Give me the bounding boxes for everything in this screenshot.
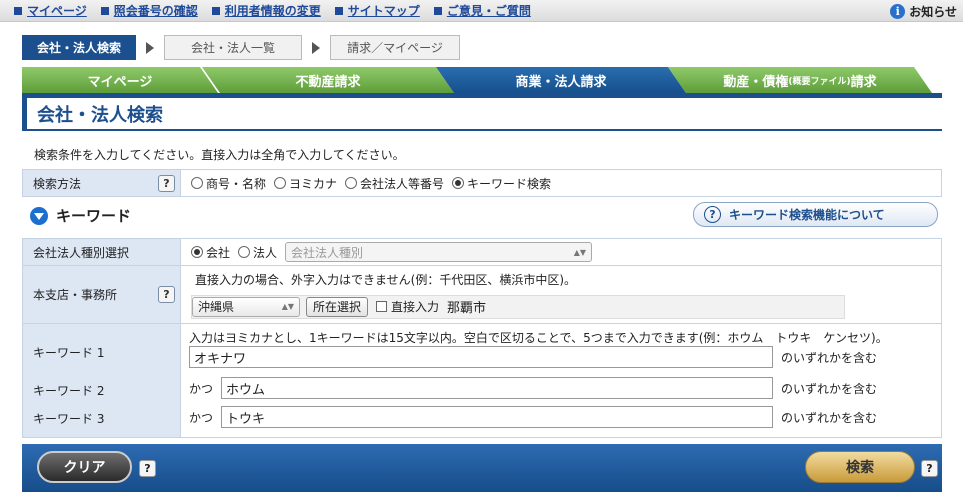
locate-button[interactable]: 所在選択 — [306, 296, 369, 317]
top-nav: マイページ 照会番号の確認 利用者情報の変更 サイトマップ ご意見・ご質問 — [0, 0, 963, 22]
help-icon[interactable]: ? — [158, 174, 175, 192]
keyword-rows: キーワード 1 キーワード 2 キーワード 3 入力はヨミカナとし、1キーワード… — [22, 324, 942, 438]
keyword-3-and-label: かつ — [189, 410, 214, 425]
office-note: 直接入力の場合、外字入力はできません(例：千代田区、横浜市中区)。 — [195, 272, 577, 287]
radio-circle-icon — [238, 246, 251, 258]
prefecture-select[interactable]: 沖縄県 ▲▼ — [192, 296, 300, 317]
search-method-label: 検索方法 — [23, 170, 153, 196]
keyword-1-input[interactable]: オキナワ — [189, 346, 773, 368]
corp-type-select[interactable]: 会社法人種別 ▲▼ — [285, 242, 593, 262]
radio-trade-name[interactable]: 商号・名称 — [191, 175, 266, 192]
step-breadcrumb: 会社・法人検索 会社・法人一覧 請求／マイページ — [22, 35, 461, 60]
page-title: 会社・法人検索 — [22, 98, 942, 131]
radio-circle-icon — [191, 177, 203, 189]
radio-circle-icon — [274, 177, 287, 189]
radio-corporation[interactable]: 法人 — [238, 244, 277, 261]
city-value: 那覇市 — [447, 301, 487, 316]
radio-company[interactable]: 会社 — [191, 244, 230, 261]
keyword-1-suffix: のいずれかを含む — [781, 350, 878, 365]
step-request-mypage: 請求／マイページ — [330, 35, 461, 60]
search-button[interactable]: 検索 — [805, 451, 915, 483]
square-bullet-icon — [14, 6, 22, 15]
corp-type-label: 会社法人種別選択 — [23, 239, 181, 265]
help-icon[interactable]: ? — [139, 460, 156, 477]
keyword-2-and-label: かつ — [189, 381, 214, 396]
nav-mypage-link[interactable]: マイページ — [14, 2, 87, 19]
instruction-text: 検索条件を入力してください。直接入力は全角で入力してください。 — [34, 148, 405, 162]
search-method-row: 検索方法 ? 商号・名称 ヨミカナ 会社法人等番号 キーワード検索 — [22, 169, 942, 197]
keyword-help-button[interactable]: ? キーワード検索機能について — [693, 202, 938, 227]
office-row: 本支店・事務所 ? 直接入力の場合、外字入力はできません(例：千代田区、横浜市中… — [22, 266, 942, 324]
radio-corporate-number[interactable]: 会社法人等番号 — [345, 175, 444, 192]
keyword-2-suffix: のいずれかを含む — [781, 381, 878, 396]
corp-type-row: 会社法人種別選択 会社 法人 会社法人種別 ▲▼ — [22, 238, 942, 266]
arrow-right-icon — [312, 41, 321, 54]
direct-input-label: 直接入力 — [391, 300, 440, 314]
help-icon[interactable]: ? — [158, 286, 175, 303]
tab-mypage[interactable]: マイページ — [22, 67, 218, 93]
notice-link[interactable]: i お知らせ — [890, 3, 957, 20]
keyword-section-heading: キーワード — [30, 205, 131, 226]
chevron-down-circle-icon — [30, 206, 48, 225]
help-icon: ? — [704, 206, 721, 223]
direct-input-checkbox[interactable] — [376, 301, 388, 312]
radio-selected-icon — [191, 246, 203, 258]
help-icon[interactable]: ? — [921, 460, 938, 477]
radio-keyword-search[interactable]: キーワード検索 — [452, 175, 551, 192]
radio-circle-icon — [345, 177, 358, 189]
nav-reference-number-link[interactable]: 照会番号の確認 — [100, 2, 198, 19]
tab-real-estate[interactable]: 不動産請求 — [202, 67, 454, 93]
step-company-search: 会社・法人検索 — [22, 35, 137, 60]
keyword-3-input[interactable]: トウキ — [221, 406, 773, 428]
info-icon: i — [890, 4, 906, 19]
nav-user-info-link[interactable]: 利用者情報の変更 — [211, 2, 321, 19]
updown-arrow-icon: ▲▼ — [573, 247, 587, 257]
keyword-2-label: キーワード 2 — [33, 384, 105, 398]
step-company-list: 会社・法人一覧 — [164, 35, 303, 60]
updown-arrow-icon: ▲▼ — [281, 302, 294, 311]
square-bullet-icon — [100, 6, 109, 15]
keyword-3-suffix: のいずれかを含む — [781, 410, 878, 425]
nav-sitemap-link[interactable]: サイトマップ — [334, 2, 420, 19]
office-label: 本支店・事務所 — [23, 266, 153, 323]
clear-button[interactable]: クリア — [37, 451, 132, 483]
square-bullet-icon — [211, 6, 220, 15]
radio-yomikana[interactable]: ヨミカナ — [274, 175, 337, 192]
keyword-1-label: キーワード 1 — [33, 346, 105, 360]
square-bullet-icon — [433, 6, 442, 15]
nav-feedback-link[interactable]: ご意見・ご質問 — [433, 2, 531, 19]
tab-commercial-corporate[interactable]: 商業・法人請求 — [436, 67, 686, 93]
radio-selected-icon — [452, 177, 465, 189]
arrow-right-icon — [146, 41, 155, 54]
keyword-3-label: キーワード 3 — [33, 412, 105, 426]
action-bar: クリア ? 検索 ? — [22, 444, 942, 492]
square-bullet-icon — [334, 6, 343, 15]
tab-movables-receivables[interactable]: 動産・債権 (概要ファイル) 請求 — [668, 67, 932, 93]
keyword-note: 入力はヨミカナとし、1キーワードは15文字以内。空白で区切ることで、5つまで入力… — [189, 331, 888, 345]
keyword-2-input[interactable]: ホウム — [221, 377, 773, 399]
